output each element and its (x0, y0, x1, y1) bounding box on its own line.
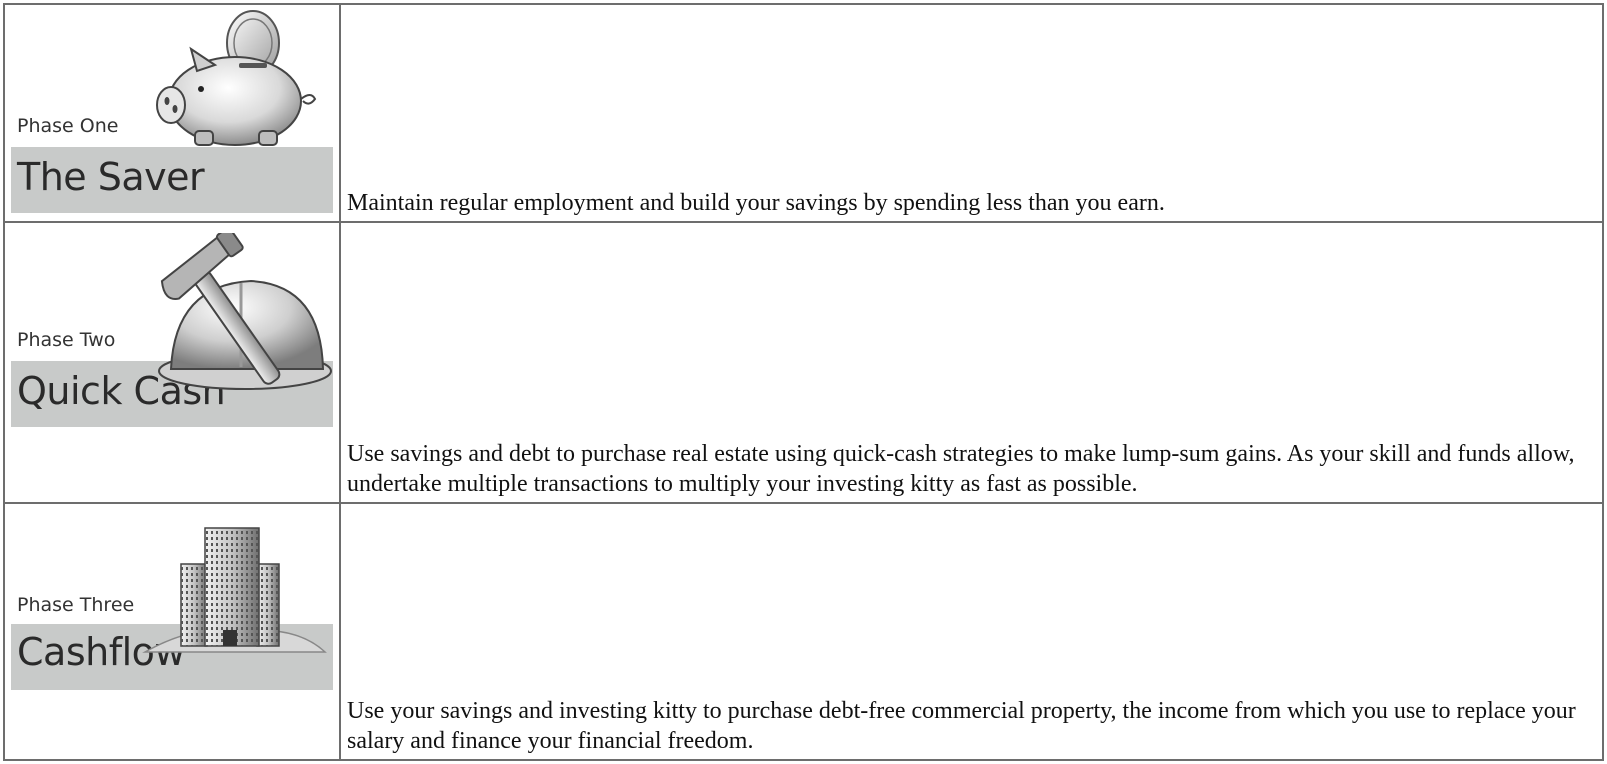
phase-three-description: Use your savings and investing kitty to … (339, 502, 1604, 761)
phase-two-image-cell: Phase Two Quick Cash (3, 221, 341, 504)
phase-row-two: Phase Two Quick Cash Use savings and deb… (3, 221, 1604, 504)
phase-label: Phase Three (17, 594, 135, 616)
hammer-and-hard-hat-icon (158, 233, 332, 390)
phase-label: Phase One (17, 115, 119, 137)
piggy-bank-with-coin-icon (156, 10, 317, 146)
phase-two-badge: Phase Two Quick Cash (5, 225, 339, 502)
phase-two-description: Use savings and debt to purchase real es… (339, 221, 1604, 504)
phase-one-description: Maintain regular employment and build yo… (339, 3, 1604, 223)
phase-title: The Saver (17, 155, 205, 199)
phase-row-three: Phase Three Cashflow Use your savings an… (3, 502, 1604, 761)
phase-one-image-cell: Phase One The Saver (3, 3, 341, 223)
phase-row-one: Phase One The Saver Maintain regular emp… (3, 3, 1604, 223)
phases-table: Phase One The Saver Maintain regular emp… (3, 3, 1604, 761)
phase-one-badge: Phase One The Saver (5, 7, 339, 221)
phase-three-badge: Phase Three Cashflow (5, 506, 339, 759)
phase-three-image-cell: Phase Three Cashflow (3, 502, 341, 761)
office-building-icon (142, 527, 327, 653)
phase-label: Phase Two (17, 329, 116, 351)
